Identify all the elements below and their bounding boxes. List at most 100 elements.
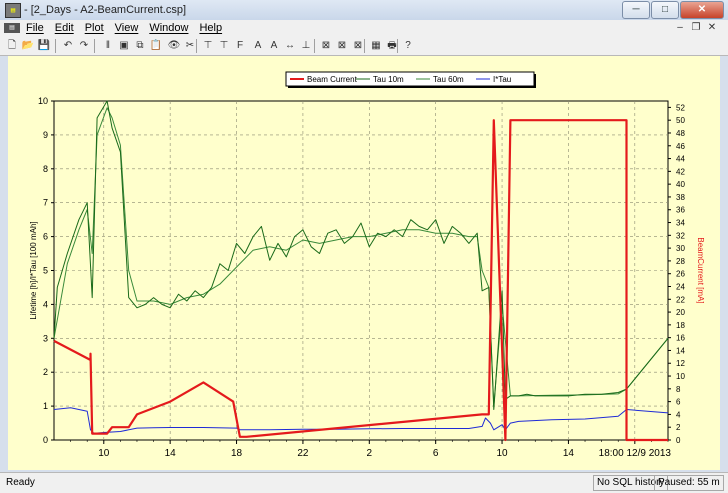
window-title: - [2_Days - A2-BeamCurrent.csp] (24, 4, 187, 16)
y-right-tick-label: 10 (676, 372, 685, 381)
y-right-tick-label: 48 (676, 129, 685, 138)
y-left-tick-label: 0 (43, 435, 48, 445)
font-icon[interactable]: F (232, 38, 248, 54)
y-left-tick-label: 9 (43, 130, 48, 140)
menu-file[interactable]: File (26, 22, 44, 34)
mdi-restore-button[interactable]: ❐ (688, 21, 704, 35)
maximize-button[interactable]: □ (651, 1, 679, 19)
tau-10m-line (53, 100, 669, 410)
y-right-tick-label: 14 (676, 346, 685, 355)
save-icon[interactable]: 💾 (36, 38, 52, 54)
open-icon[interactable]: 📂 (20, 38, 36, 54)
y-right-tick-label: 30 (676, 244, 685, 253)
y-right-tick-label: 52 (676, 103, 685, 112)
menu-plot[interactable]: Plot (85, 22, 104, 34)
y-left-tick-label: 2 (43, 367, 48, 377)
y-right-tick-label: 12 (676, 359, 685, 368)
y-right-tick-label: 0 (676, 436, 681, 445)
y-right-tick-label: 18 (676, 321, 685, 330)
y-right-tick-label: 22 (676, 295, 685, 304)
y-right-axis-label: BeamCurrent [mA] (696, 237, 705, 303)
y-right-tick-label: 38 (676, 193, 685, 202)
y-left-tick-label: 5 (43, 266, 48, 276)
range-icon[interactable]: ↔ (282, 38, 298, 54)
undo-icon[interactable]: ↶ (60, 38, 76, 54)
plot-area[interactable]: 10 14 18 22 2 6 10 14 18:00 12/9 2013 0 1 2 3 4 5 6 7 8 9 1… (8, 56, 720, 470)
status-ready: Ready (6, 477, 35, 488)
toolbar: 🗋 📂 💾 ↶ ↷ ‖ ▣ ⧉ 📋 👁 ✂ ⊤ ⊤ F A A ↔ ⊥ ⊠ ⊠ ⊠ ▦ 🖶? (0, 37, 728, 56)
font-larger-icon[interactable]: A (250, 38, 266, 54)
y-right-tick-label: 16 (676, 334, 685, 343)
x-tick-label: 10 (496, 448, 508, 459)
legend-label: Tau 10m (373, 75, 404, 84)
title-bar: ▤ - [2_Days - A2-BeamCurrent.csp] ─ □ ✕ (0, 0, 728, 21)
y-left-tick-label: 1 (43, 401, 48, 411)
help-icon[interactable]: ? (400, 38, 416, 54)
y-right-tick-label: 34 (676, 219, 685, 228)
new-icon[interactable]: 🗋 (4, 38, 20, 54)
y-left-tick-label: 7 (43, 198, 48, 208)
x-box-icon[interactable]: ⊠ (318, 38, 334, 54)
y-right-tick-label: 44 (676, 155, 685, 164)
y-left-tick-label: 4 (43, 299, 48, 309)
beam-current-line (53, 119, 668, 442)
y-box-icon[interactable]: ⊠ (334, 38, 350, 54)
menu-help[interactable]: Help (199, 22, 222, 34)
y-left-tick-label: 10 (38, 96, 48, 106)
menu-edit[interactable]: Edit (55, 22, 74, 34)
y-right-tick-label: 50 (676, 116, 685, 125)
mdi-minimize-button[interactable]: – (672, 21, 688, 35)
y-right-tick-label: 2 (676, 423, 681, 432)
y-right-tick-label: 20 (676, 308, 685, 317)
x-tick-label: 18:00 12/9 2013 (599, 448, 672, 459)
menu-window[interactable]: Window (149, 22, 188, 34)
status-bar: Ready No SQL history Paused: 55 m (0, 472, 728, 493)
font-smaller-icon[interactable]: A (266, 38, 282, 54)
marker-icon[interactable]: ⊥ (298, 38, 314, 54)
y-left-tick-label: 8 (43, 164, 48, 174)
tau-60m-line (53, 107, 669, 407)
y-left-tick-label: 3 (43, 333, 48, 343)
paste-icon[interactable]: 📋 (148, 38, 164, 54)
pause-icon[interactable]: ‖ (100, 38, 116, 54)
y-left-tick-label: 6 (43, 232, 48, 242)
y-left-axis-label: Lifetime [h]/I*Tau [100 mAh] (29, 221, 38, 319)
eye-icon[interactable]: 👁 (166, 38, 182, 54)
copy-icon[interactable]: ⧉ (132, 38, 148, 54)
fit-x-icon[interactable]: ⊤ (200, 38, 216, 54)
menu-view[interactable]: View (115, 22, 139, 34)
y-right-tick-label: 24 (676, 282, 685, 291)
x-tick-label: 14 (165, 448, 177, 459)
y-right-tick-label: 28 (676, 257, 685, 266)
y-right-tick-label: 46 (676, 142, 685, 151)
menu-bar: ▤ File Edit Plot View Window Help – ❐ ✕ (0, 20, 728, 38)
y-right-tick-label: 40 (676, 180, 685, 189)
x-tick-label: 10 (98, 448, 110, 459)
fit-y-icon[interactable]: ⊤ (216, 38, 232, 54)
close-button[interactable]: ✕ (680, 1, 724, 19)
y-right-tick-label: 32 (676, 231, 685, 240)
document-icon[interactable]: ▤ (4, 23, 20, 33)
y-right-tick-label: 26 (676, 270, 685, 279)
status-paused: Paused: 55 m (654, 475, 724, 491)
redo-icon[interactable]: ↷ (76, 38, 92, 54)
minimize-button[interactable]: ─ (622, 1, 650, 19)
y-right-tick-label: 6 (676, 398, 681, 407)
legend-label: Tau 60m (433, 75, 464, 84)
x-tick-label: 22 (297, 448, 309, 459)
x-tick-label: 2 (367, 448, 373, 459)
chart[interactable]: 10 14 18 22 2 6 10 14 18:00 12/9 201301234567891… (8, 56, 720, 470)
y-right-tick-label: 8 (676, 385, 681, 394)
y-right-tick-label: 42 (676, 167, 685, 176)
app-icon[interactable]: ▤ (5, 3, 21, 18)
y-right-tick-label: 4 (676, 410, 681, 419)
legend-label: Beam Current (307, 75, 358, 84)
grid-icon[interactable]: ▦ (368, 38, 384, 54)
image-icon[interactable]: ▣ (116, 38, 132, 54)
y-right-tick-label: 36 (676, 206, 685, 215)
x-tick-label: 6 (433, 448, 439, 459)
x-tick-label: 14 (563, 448, 575, 459)
legend-label: I*Tau (493, 75, 511, 84)
mdi-close-button[interactable]: ✕ (704, 21, 720, 35)
x-tick-label: 18 (231, 448, 243, 459)
